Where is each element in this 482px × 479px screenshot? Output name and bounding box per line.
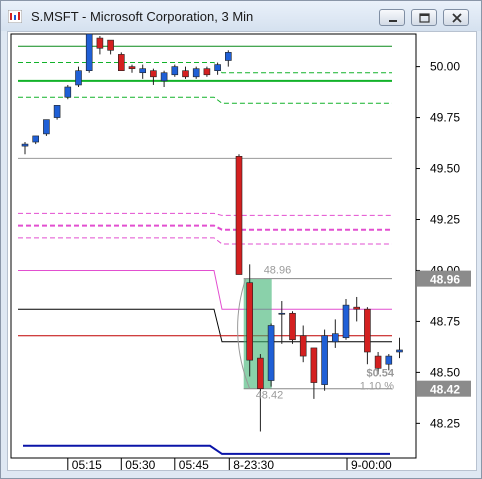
close-icon	[452, 13, 462, 23]
candle[interactable]	[192, 68, 200, 78]
x-tick-label: 05:30	[125, 458, 155, 472]
restore-button[interactable]	[411, 9, 437, 26]
candle[interactable]	[32, 135, 40, 143]
candle[interactable]	[342, 304, 350, 339]
x-tick-label: 05:45	[179, 458, 209, 472]
window-title: S.MSFT - Microsoft Corporation, 3 Min	[31, 9, 254, 24]
candle[interactable]	[85, 33, 93, 71]
candle[interactable]	[118, 54, 125, 71]
measure-change-label: $0.54	[366, 368, 394, 380]
candle[interactable]	[257, 357, 264, 389]
candle[interactable]	[96, 37, 104, 49]
candle[interactable]	[246, 282, 253, 361]
title-bar[interactable]: S.MSFT - Microsoft Corporation, 3 Min	[1, 1, 481, 31]
candle[interactable]	[75, 70, 82, 86]
y-tick-label: 48.75	[430, 314, 460, 328]
candle[interactable]	[150, 70, 157, 78]
price-badge-label: 48.96	[430, 273, 460, 287]
candle[interactable]	[43, 119, 50, 135]
candle[interactable]	[331, 333, 339, 343]
y-tick-label: 49.50	[430, 162, 460, 176]
candle[interactable]	[235, 156, 243, 275]
y-tick-label: 48.25	[430, 416, 460, 430]
measure-high-label: 48.96	[264, 265, 292, 277]
candle[interactable]	[396, 349, 403, 353]
candle[interactable]	[278, 312, 286, 315]
candle[interactable]	[374, 355, 382, 369]
candle[interactable]	[321, 335, 328, 385]
y-tick-label: 48.50	[430, 365, 460, 379]
candle[interactable]	[310, 347, 318, 383]
minimize-button[interactable]	[379, 9, 405, 26]
candle[interactable]	[160, 72, 168, 82]
candle[interactable]	[289, 312, 296, 341]
y-tick-label: 49.25	[430, 213, 460, 227]
candle[interactable]	[214, 64, 221, 71]
minimize-icon	[389, 20, 397, 22]
candlestick-chart[interactable]: 48.96 48.42 $0.541.10 % 50.00 49.75 49.50 49.2…	[8, 32, 478, 472]
candle[interactable]	[299, 335, 307, 357]
measure-percent-label: 1.10 %	[360, 381, 394, 393]
candle[interactable]	[182, 70, 189, 78]
candle[interactable]	[53, 105, 61, 118]
y-tick-label: 49.75	[430, 111, 460, 125]
candle[interactable]	[107, 39, 114, 51]
candle[interactable]	[353, 306, 361, 310]
candle[interactable]	[203, 68, 211, 76]
x-tick-label: 9-00:00	[351, 458, 392, 472]
candle[interactable]	[21, 143, 29, 147]
price-badge-label: 48.42	[430, 383, 460, 397]
x-tick-label: 05:15	[72, 458, 102, 472]
y-tick-label: 50.00	[430, 60, 460, 74]
chart-app-icon	[8, 10, 22, 23]
candle[interactable]	[139, 68, 146, 74]
candle[interactable]	[364, 308, 371, 353]
candle[interactable]	[64, 86, 72, 98]
restore-icon	[419, 13, 430, 23]
candle[interactable]	[385, 355, 393, 365]
chart-window: S.MSFT - Microsoft Corporation, 3 Min 48…	[0, 0, 482, 479]
candle[interactable]	[267, 325, 275, 381]
chart-area[interactable]: 48.96 48.42 $0.54 1.10 % 50.00 49.75 49.50 49.2…	[7, 31, 478, 472]
measure-low-label: 48.42	[256, 390, 284, 402]
candle[interactable]	[225, 52, 232, 61]
candle[interactable]	[128, 66, 136, 69]
close-button[interactable]	[443, 9, 469, 26]
candle[interactable]	[171, 66, 179, 76]
x-tick-label: 8-23:30	[233, 458, 274, 472]
